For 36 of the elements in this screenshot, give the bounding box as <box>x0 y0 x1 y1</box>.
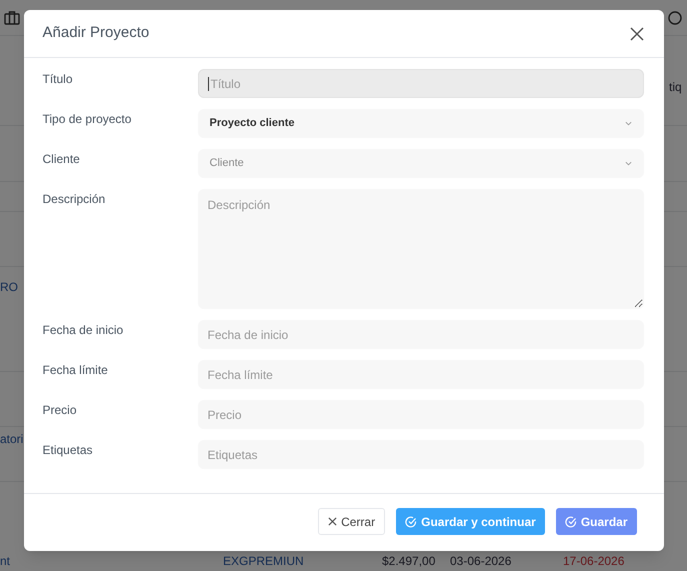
close-icon <box>328 517 338 526</box>
input-field[interactable]: Fecha límite <box>198 360 644 389</box>
close-icon[interactable] <box>628 26 644 42</box>
dialog-title: Añadir Proyecto <box>42 23 150 44</box>
input-field[interactable]: Precio <box>198 400 644 429</box>
description-field[interactable]: Descripción <box>198 189 644 309</box>
table-link[interactable]: atori <box>0 432 24 447</box>
table-link[interactable]: RO <box>0 280 18 295</box>
field-label: Tipo de proyecto <box>42 111 132 128</box>
input-field[interactable]: Título <box>198 69 644 98</box>
table-cell: $2.497,00 <box>382 554 436 569</box>
field-label: Cliente <box>42 151 81 168</box>
briefcase-icon[interactable] <box>4 10 20 26</box>
field-label: Fecha de inicio <box>42 322 124 339</box>
table-link[interactable]: EXGPREMIUN <box>223 554 304 569</box>
circle-icon[interactable] <box>667 10 683 26</box>
chevron-down-icon <box>624 161 632 166</box>
chevron-down-icon <box>624 121 632 126</box>
table-cell: tiq <box>669 80 682 95</box>
field-label: Etiquetas <box>42 442 94 459</box>
select-field[interactable]: Cliente <box>198 149 644 178</box>
field-label: Descripción <box>42 191 106 208</box>
field-label: Título <box>42 71 74 88</box>
field-label: Precio <box>42 402 78 419</box>
table-cell: 17-06-2026 <box>563 554 624 569</box>
close-button[interactable]: Cerrar <box>318 508 386 535</box>
select-field[interactable]: Proyecto cliente <box>198 109 644 138</box>
table-link[interactable]: nt <box>0 554 10 569</box>
table-cell: 03-06-2026 <box>450 554 512 569</box>
check-circle-icon <box>564 516 577 528</box>
input-field[interactable]: Fecha de inicio <box>198 320 644 349</box>
input-field[interactable]: Etiquetas <box>198 440 644 469</box>
field-label: Fecha límite <box>42 362 109 379</box>
save-and-continue-button[interactable]: Guardar y continuar <box>396 508 545 535</box>
check-circle-icon <box>405 516 418 528</box>
save-button[interactable]: Guardar <box>556 508 636 535</box>
